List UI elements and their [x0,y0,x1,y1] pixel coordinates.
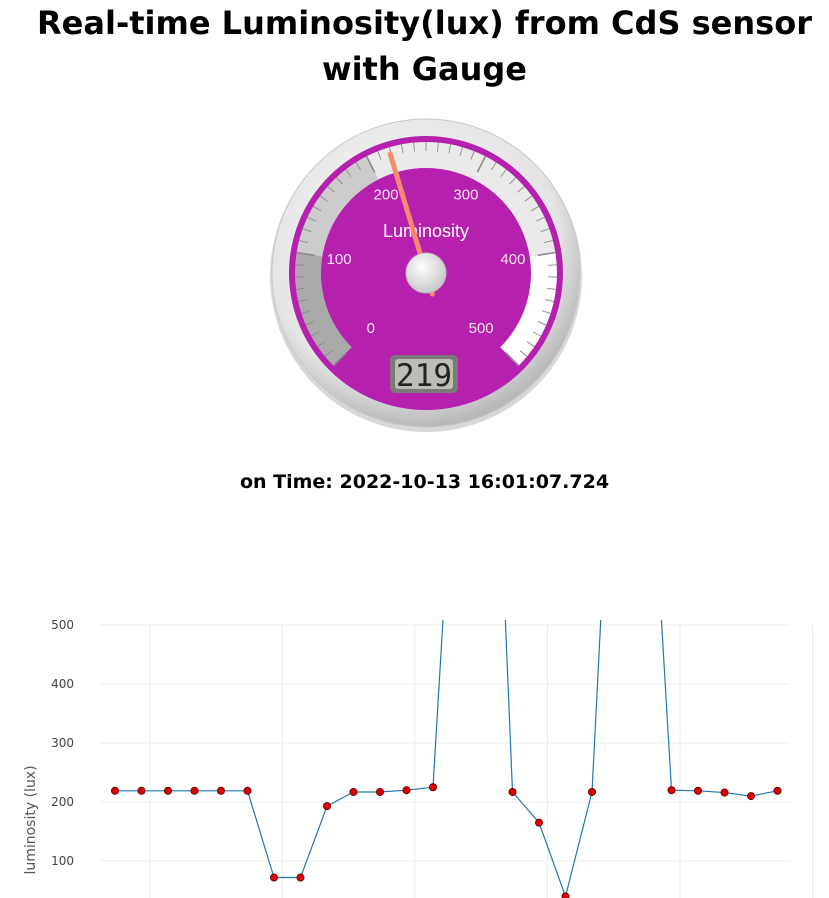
page-title: Real-time Luminosity(lux) from CdS senso… [37,4,812,88]
gauge-value-text: 219 [396,358,452,394]
chart-data-point [747,792,756,801]
timestamp: on Time: 2022-10-13 16:01:07.724 [0,470,829,494]
chart-series-line [115,620,778,898]
chart-y-tick-label: 400 [51,677,74,691]
chart-data-point [402,786,411,795]
chart-y-tick-label: 300 [51,736,74,750]
gauge-tick-label: 100 [327,251,352,268]
chart-data-point [216,786,225,795]
chart-data-point [508,787,517,796]
chart-y-tick-label: 500 [51,618,74,632]
gauge-tick-label: 300 [453,187,478,204]
chart-y-tick-label: 100 [51,854,74,868]
chart-data-point [243,786,252,795]
chart-data-point [694,786,703,795]
chart-y-tick-label: 200 [51,795,74,809]
chart-data-point [349,787,358,796]
chart-data-point [535,818,544,827]
chart-data-point [111,786,120,795]
chart-data-point [720,788,729,797]
chart-data-point [137,786,146,795]
chart-grid [100,624,813,898]
gauge-tick-label: 0 [367,320,375,337]
gauge-value-display: 219 [390,355,458,394]
chart-y-ticks: 100 200 300 400 500 [51,618,74,868]
chart-data-point [588,787,597,796]
gauge-minor-tick [547,264,557,266]
luminosity-chart: 100 200 300 400 500 luminosity (lux) [23,618,813,898]
chart-data-point [667,786,676,795]
timestamp-value: 2022-10-13 16:01:07.724 [339,471,610,493]
chart-data-point [296,873,305,882]
gauge-hub [405,252,447,294]
timestamp-prefix: on Time: [239,471,340,493]
chart-data-point [561,892,570,898]
chart-data-point [773,786,782,795]
gauge-title: Luminosity [383,221,469,241]
chart-data-point [269,873,278,882]
luminosity-gauge: 0 100 200 300 400 500 Luminosity 219 [270,118,582,432]
chart-data-point [428,783,437,792]
chart-data-point [190,786,199,795]
gauge-tick-label: 400 [500,251,525,268]
chart-data-point [163,786,172,795]
gauge-tick-label: 500 [469,320,494,337]
chart-data-point [375,787,384,796]
chart-y-axis-label: luminosity (lux) [23,765,39,874]
chart-data-point [322,802,331,811]
chart-points [111,783,782,898]
gauge-tick-label: 200 [374,187,399,204]
gauge-minor-tick [295,264,305,266]
